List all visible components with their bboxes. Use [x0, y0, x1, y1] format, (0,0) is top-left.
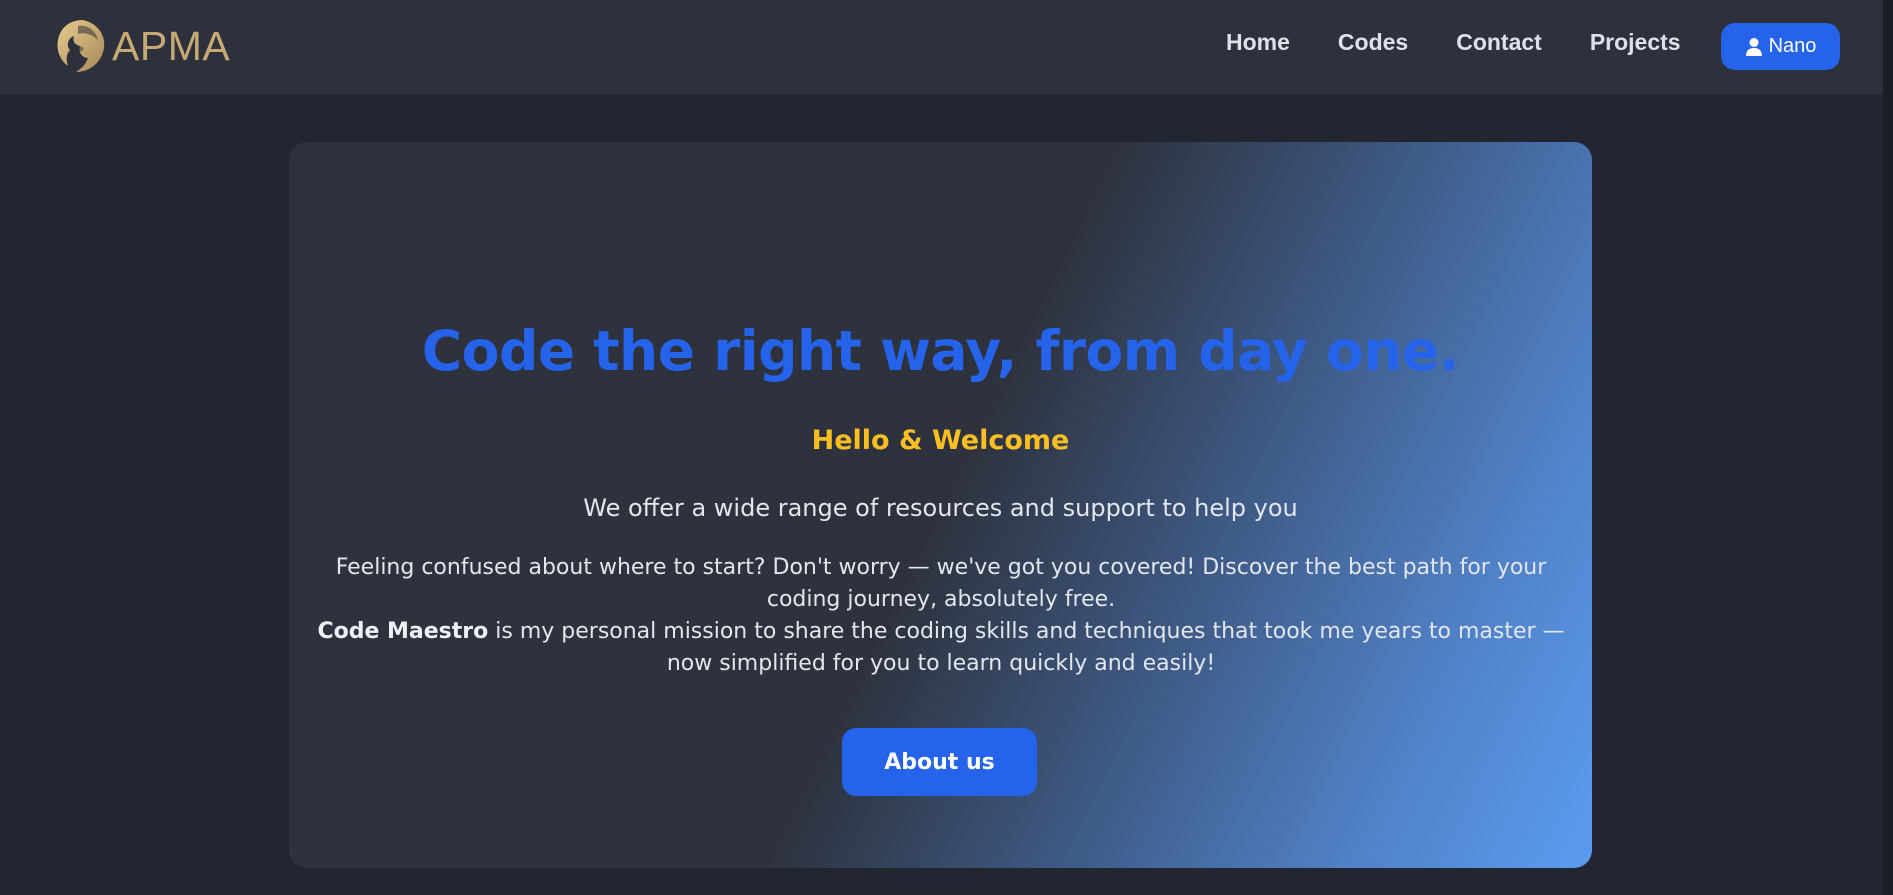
brand-name: APMA: [112, 22, 231, 69]
about-us-button[interactable]: About us: [842, 728, 1037, 796]
code-maestro-label: Code Maestro: [317, 619, 489, 644]
lion-head-icon: [57, 20, 105, 72]
hero-subtitle: Hello & Welcome: [811, 425, 1070, 456]
hero-lead-text: We offer a wide range of resources and s…: [583, 494, 1298, 522]
hero-description-line-1: Feeling confused about where to start? D…: [335, 555, 1547, 612]
nav-link-contact[interactable]: Contact: [1456, 29, 1542, 56]
brand-logo[interactable]: APMA: [52, 16, 230, 76]
hero-content: Code the right way, from day one. Hello …: [289, 142, 1592, 868]
nav-link-projects[interactable]: Projects: [1590, 29, 1681, 56]
hero-card: Code the right way, from day one. Hello …: [289, 142, 1592, 868]
user-icon: [1745, 37, 1762, 56]
main-navigation: Home Codes Contact Projects: [1226, 0, 1729, 84]
hero-description-line-2: Code Maestro is my personal mission to s…: [311, 616, 1571, 680]
hero-description-line-2-text: is my personal mission to share the codi…: [488, 619, 1565, 676]
hero-title: Code the right way, from day one.: [421, 319, 1460, 383]
page-scrollbar[interactable]: [1883, 0, 1893, 895]
nav-link-codes[interactable]: Codes: [1338, 29, 1408, 56]
navbar: APMA Home Codes Contact Projects Nano: [0, 0, 1893, 94]
nav-link-home[interactable]: Home: [1226, 29, 1290, 56]
hero-description: Feeling confused about where to start? D…: [311, 552, 1571, 680]
user-name-label: Nano: [1768, 35, 1817, 57]
user-account-button[interactable]: Nano: [1721, 23, 1840, 70]
